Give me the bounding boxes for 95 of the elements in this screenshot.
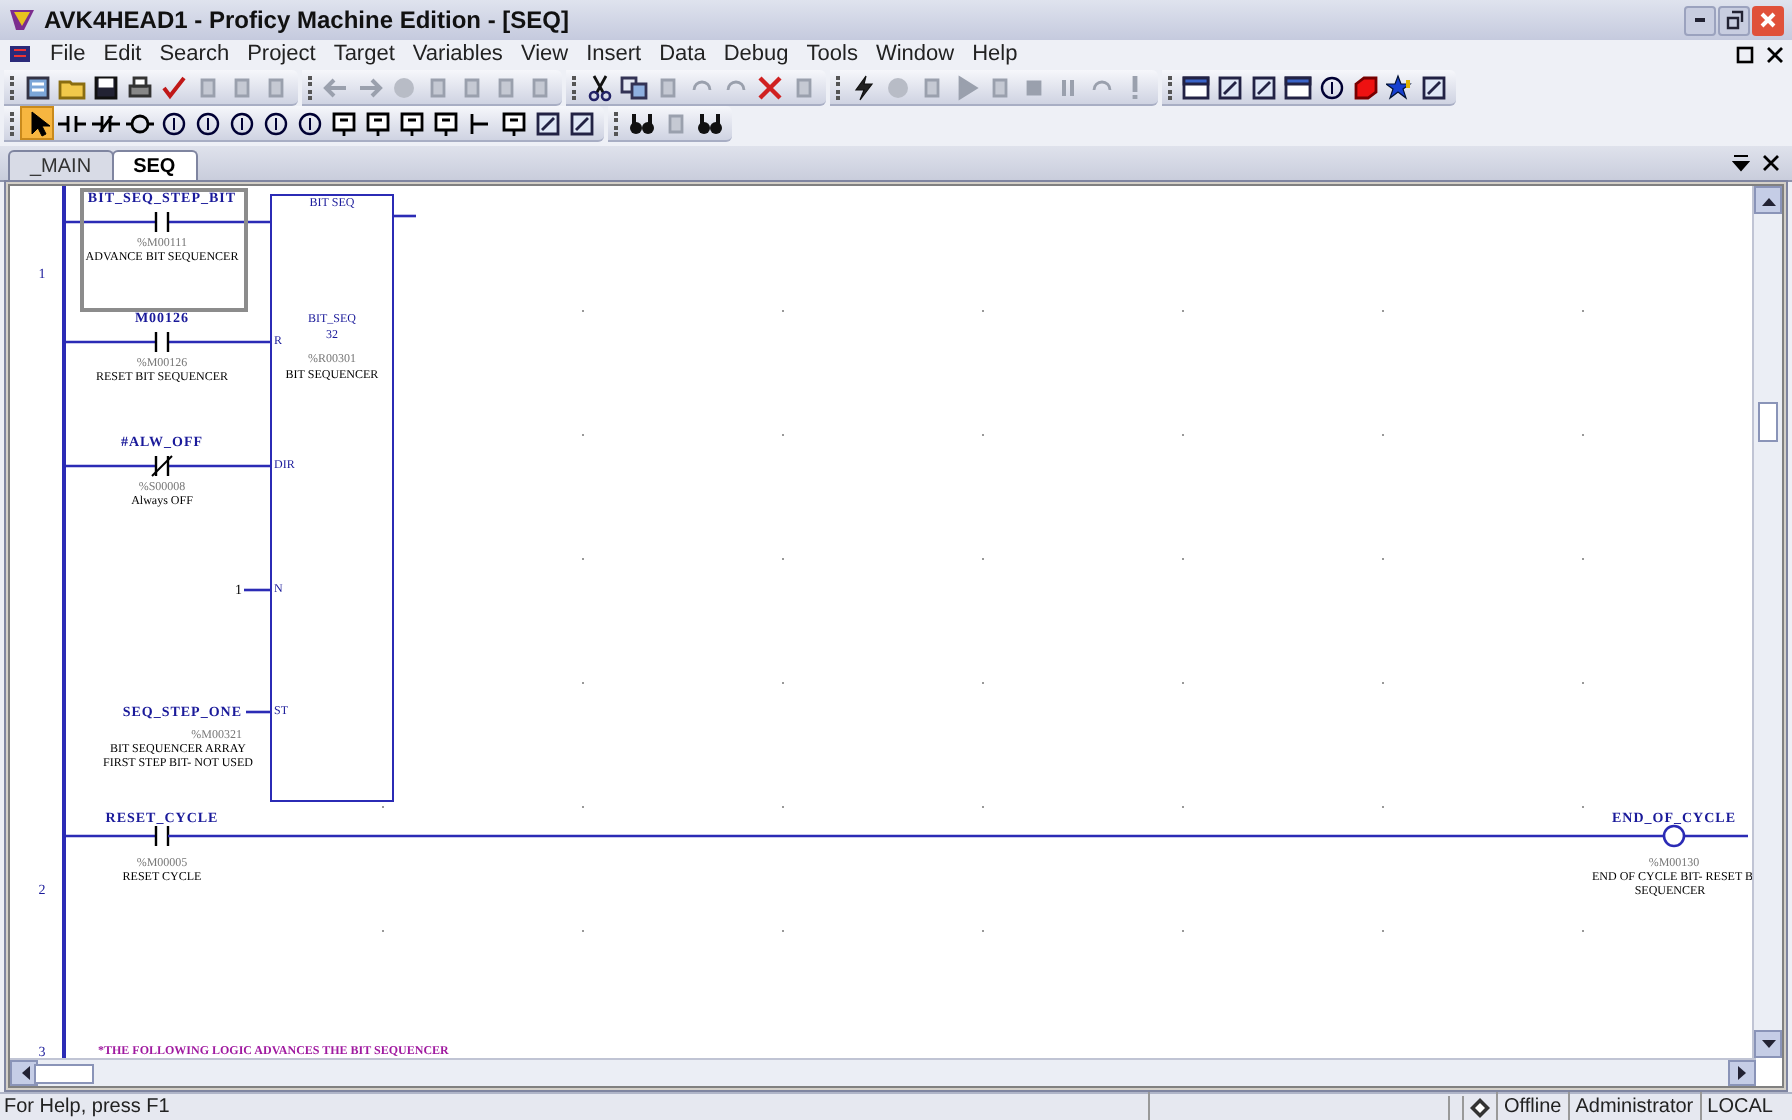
binoculars-icon xyxy=(627,109,655,137)
binoculars-icon xyxy=(695,109,723,137)
menu-item[interactable]: Variables xyxy=(412,37,503,71)
copy-icon xyxy=(619,73,647,101)
menu-item[interactable]: Edit xyxy=(103,37,142,71)
edit-icon xyxy=(1215,73,1243,101)
document-tab[interactable]: SEQ xyxy=(111,150,198,180)
arrow-right-icon xyxy=(355,73,383,101)
normally-open-contact xyxy=(154,824,170,848)
lightning-icon xyxy=(849,73,877,101)
close-tab-icon[interactable] xyxy=(1762,154,1780,172)
vertical-scrollbar[interactable] xyxy=(1752,186,1782,1058)
edit-icon xyxy=(567,109,595,137)
wire xyxy=(168,340,270,344)
circle-icon xyxy=(261,109,289,137)
edit-icon xyxy=(1419,73,1447,101)
dropdown-icon[interactable] xyxy=(1732,154,1750,172)
arrow-left-icon[interactable] xyxy=(19,1066,29,1080)
status-text: Administrator xyxy=(1567,1092,1700,1120)
block-icon xyxy=(397,109,425,137)
exclamation-icon xyxy=(1132,73,1138,101)
circle-icon xyxy=(295,109,323,137)
arrow-up-icon[interactable] xyxy=(1761,195,1775,205)
coil-icon xyxy=(125,109,153,137)
arrow-left-icon xyxy=(321,73,349,101)
wire xyxy=(64,464,156,468)
circle-icon xyxy=(389,73,417,101)
status-text: Offline xyxy=(1496,1092,1568,1120)
diamond-icon xyxy=(1470,1097,1490,1117)
close-icon xyxy=(1758,10,1778,30)
app-logo-icon xyxy=(8,6,36,34)
menu-item[interactable]: View xyxy=(520,37,569,71)
checkmark-icon xyxy=(159,73,187,101)
scissors-icon xyxy=(585,73,613,101)
wire xyxy=(1684,834,1748,838)
block-icon xyxy=(329,109,357,137)
menu-item[interactable]: Data xyxy=(659,37,706,71)
block-icon xyxy=(431,109,459,137)
restore-document-icon xyxy=(1736,45,1754,63)
normally-open-contact xyxy=(154,330,170,354)
delete-icon xyxy=(755,73,783,101)
circle-icon xyxy=(1317,73,1345,101)
status-text: LOCAL xyxy=(1699,1092,1779,1120)
wire xyxy=(64,834,156,838)
wire xyxy=(168,220,270,224)
wire xyxy=(168,464,270,468)
close-button[interactable] xyxy=(1752,5,1784,35)
block-icon xyxy=(363,109,391,137)
new-document-icon xyxy=(23,73,51,101)
edit-icon xyxy=(533,109,561,137)
menu-item[interactable]: Window xyxy=(875,37,955,71)
menu-item[interactable]: Project xyxy=(247,37,316,71)
branch-icon xyxy=(465,109,493,137)
menu-item[interactable]: Help xyxy=(972,37,1018,71)
circle-icon xyxy=(227,109,255,137)
normally-closed-contact xyxy=(151,454,173,478)
printer-icon xyxy=(125,73,153,101)
scroll-thumb[interactable] xyxy=(1758,402,1778,442)
menu-item[interactable]: Search xyxy=(159,37,230,71)
minimize-icon xyxy=(1694,18,1706,22)
menu-item[interactable]: Debug xyxy=(723,37,789,71)
block-icon xyxy=(499,109,527,137)
menu-item[interactable]: Target xyxy=(333,37,395,71)
cube-icon xyxy=(1351,73,1379,101)
window-icon xyxy=(1283,73,1311,101)
menu-item[interactable]: File xyxy=(50,37,86,71)
normally-open-contact xyxy=(154,210,170,234)
status-text: For Help, press F1 xyxy=(0,1092,1150,1120)
menu-item[interactable]: Tools xyxy=(806,37,858,71)
edit-icon xyxy=(1249,73,1277,101)
close-document-icon xyxy=(1766,45,1784,63)
wire xyxy=(64,340,156,344)
circle-icon xyxy=(159,109,187,137)
scroll-thumb[interactable] xyxy=(33,1063,93,1083)
arrow-down-icon[interactable] xyxy=(1761,1039,1775,1049)
restore-button[interactable] xyxy=(1718,5,1750,35)
toolbar-button[interactable] xyxy=(20,106,54,140)
minimize-button[interactable] xyxy=(1684,5,1716,35)
circle-icon xyxy=(193,109,221,137)
window-icon xyxy=(1181,73,1209,101)
wire xyxy=(246,710,270,714)
window-title: AVK4HEAD1 - Proficy Machine Edition - [SEQ] xyxy=(44,4,569,38)
restore-icon xyxy=(1724,10,1744,30)
wire xyxy=(394,214,416,218)
menu-item[interactable]: Insert xyxy=(586,37,642,71)
horizontal-scrollbar[interactable] xyxy=(10,1058,1756,1086)
circle-icon xyxy=(883,73,911,101)
document-icon xyxy=(8,42,32,66)
coil xyxy=(1662,824,1686,848)
wire xyxy=(244,588,270,592)
document-tab[interactable]: _MAIN xyxy=(8,150,114,180)
arrow-right-icon[interactable] xyxy=(1737,1066,1747,1080)
wire xyxy=(64,220,156,224)
toolbar-button[interactable] xyxy=(1382,70,1416,104)
star-icon xyxy=(1385,73,1413,101)
